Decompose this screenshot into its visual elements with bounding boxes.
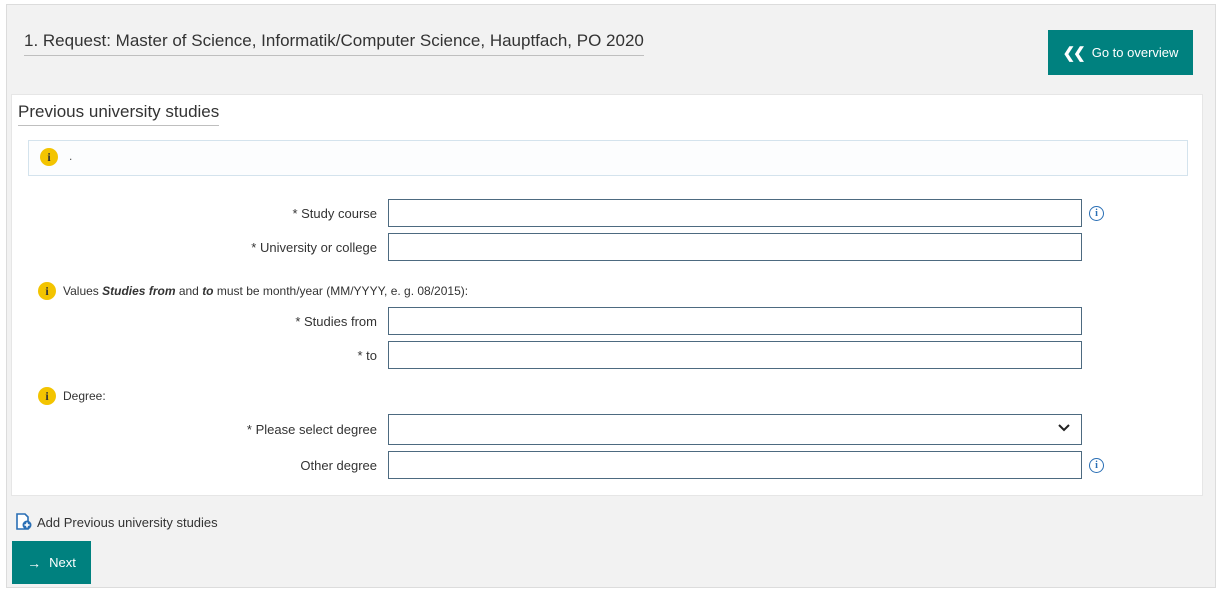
double-chevron-left-icon: ❮❮ [1062,44,1086,62]
degree-note: Degree: [63,389,106,403]
studies-to-input[interactable] [388,341,1082,369]
next-label: Next [49,555,76,570]
dates-note-suffix: must be month/year (MM/YYYY, e. g. 08/20… [213,284,469,298]
add-previous-studies-link[interactable]: Add Previous university studies [15,513,218,531]
next-button[interactable]: → Next [12,541,91,584]
info-box-text: . [69,149,73,163]
go-to-overview-label: Go to overview [1091,45,1179,60]
other-degree-label: Other degree [300,458,377,473]
studies-from-label: * Studies from [295,314,377,329]
degree-select[interactable] [388,414,1082,445]
studies-from-input[interactable] [388,307,1082,335]
dates-info-icon: i [38,282,56,300]
section-title: Previous university studies [18,102,220,126]
study-course-input[interactable] [388,199,1082,227]
study-course-label: * Study course [292,206,377,221]
degree-select-label: * Please select degree [246,422,377,437]
arrow-right-icon: → [27,554,42,571]
dates-note-bold1: Studies from [102,284,176,298]
add-previous-studies-label: Add Previous university studies [37,514,218,530]
university-input[interactable] [388,233,1082,261]
page-title: 1. Request: Master of Science, Informati… [24,31,644,56]
other-degree-input[interactable] [388,451,1082,479]
studies-to-label: * to [357,348,377,363]
go-to-overview-button[interactable]: ❮❮ Go to overview [1048,30,1193,75]
dates-note: Values Studies from and to must be month… [63,284,468,298]
info-icon: i [40,148,58,166]
university-label: * University or college [251,240,377,255]
chevron-down-icon [1058,424,1070,432]
degree-info-icon: i [38,387,56,405]
dates-note-mid: and [175,284,203,298]
dates-note-bold2: to [202,284,214,298]
other-degree-help-icon[interactable]: i [1089,458,1104,473]
study-course-help-icon[interactable]: i [1089,206,1104,221]
dates-note-prefix: Values [63,284,103,298]
info-box: i . [28,140,1188,176]
add-document-icon [16,513,32,530]
